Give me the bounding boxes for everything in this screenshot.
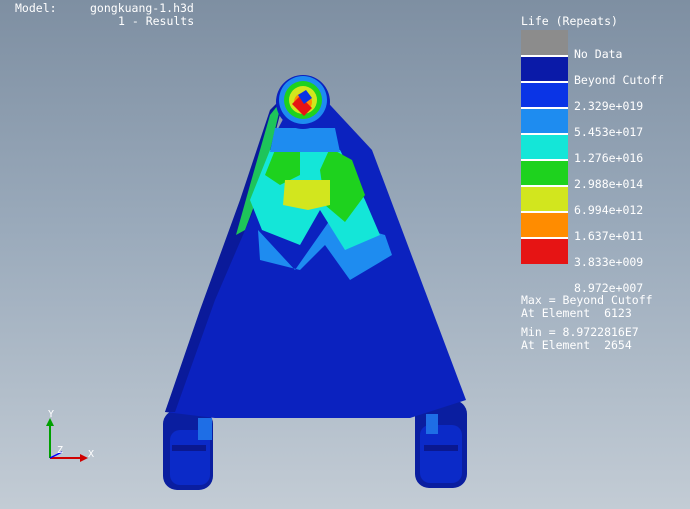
legend-swatch <box>521 108 568 134</box>
legend-label: No Data <box>574 47 623 61</box>
legend-label: 1.276e+016 <box>574 151 644 165</box>
legend-label: Beyond Cutoff <box>574 73 665 87</box>
legend-separator <box>521 107 568 109</box>
results-viewport[interactable]: Y Z X Model: gongkuang-1.h3d 1 - Results… <box>0 0 690 509</box>
legend-label: 2.329e+019 <box>574 99 644 113</box>
contour-band-yellow <box>283 180 330 210</box>
legend-swatch <box>521 134 568 160</box>
legend-label: 3.833e+009 <box>574 255 644 269</box>
legend-separator <box>521 237 568 239</box>
legend-separator <box>521 185 568 187</box>
legend-color-bar[interactable] <box>521 30 568 289</box>
max-element-text: At Element 6123 <box>521 306 632 320</box>
legend-separator <box>521 159 568 161</box>
contour-band-upper-blue <box>270 128 340 152</box>
pivot-eye <box>276 75 330 129</box>
model-label: Model: <box>15 1 57 15</box>
legend-swatch <box>521 82 568 108</box>
legend-swatch <box>521 212 568 238</box>
subcase-label: 1 - Results <box>118 14 195 28</box>
legend-swatch <box>521 160 568 186</box>
coordinate-triad: Y Z X <box>46 409 94 462</box>
legend-separator <box>521 211 568 213</box>
y-axis-label: Y <box>48 409 54 420</box>
legend-label: 6.994e+012 <box>574 203 644 217</box>
x-axis-label: X <box>88 449 94 460</box>
legend-swatch <box>521 30 568 56</box>
min-element-text: At Element 2654 <box>521 338 632 352</box>
legend-swatch <box>521 238 568 264</box>
legend-label: 2.988e+014 <box>574 177 644 191</box>
legend-swatch <box>521 186 568 212</box>
z-axis-label: Z <box>57 445 63 456</box>
legend-swatch <box>521 56 568 82</box>
legend-separator <box>521 55 568 57</box>
legend-separator <box>521 81 568 83</box>
left-leg <box>163 410 213 490</box>
legend-separator <box>521 133 568 135</box>
legend-title: Life (Repeats) <box>521 14 618 28</box>
legend-label: 5.453e+017 <box>574 125 644 139</box>
legend-label: 1.637e+011 <box>574 229 644 243</box>
